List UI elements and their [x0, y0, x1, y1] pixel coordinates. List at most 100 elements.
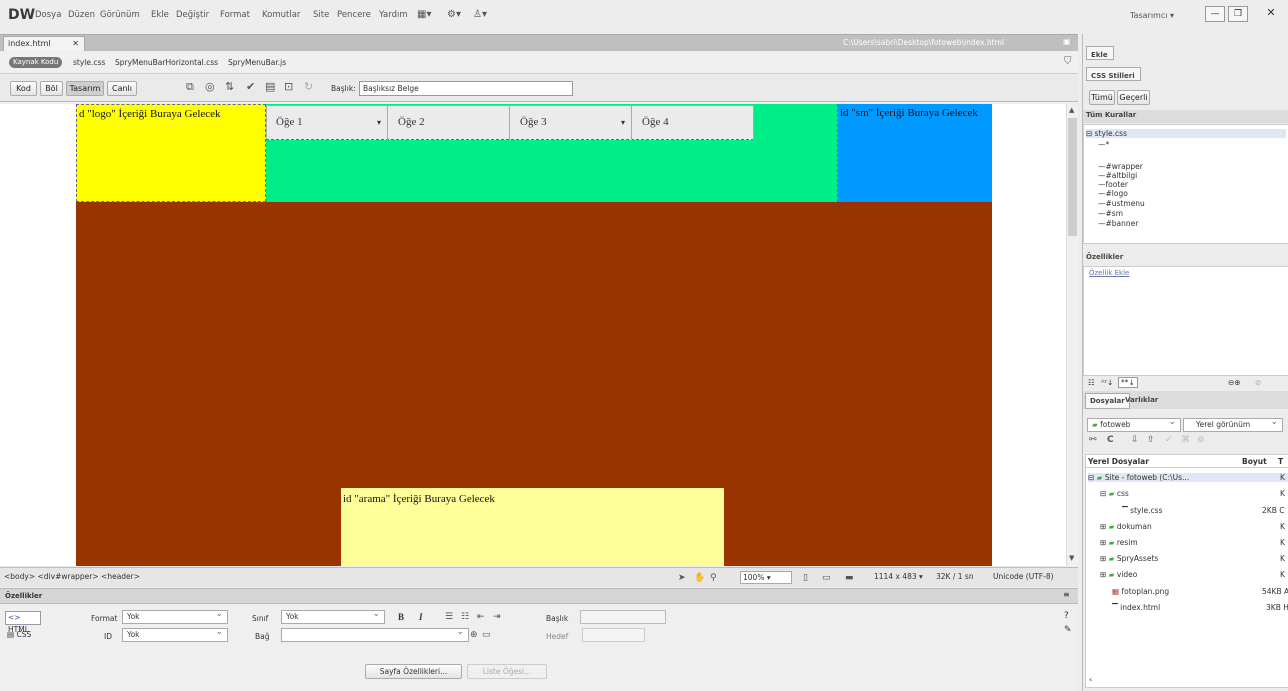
format-select[interactable]: Yok — [122, 608, 228, 624]
design-canvas[interactable]: d "logo" İçeriği Buraya Gelecek Öğe 1 ▾ … — [0, 104, 1066, 566]
class-select[interactable]: Yok — [281, 608, 385, 624]
design-view-button[interactable]: Tasarım — [66, 81, 104, 96]
minimize-button[interactable]: — — [1205, 6, 1225, 22]
checkin-icon[interactable]: ⌘ — [1181, 435, 1190, 445]
get-files-icon[interactable]: ⇩ — [1131, 435, 1139, 445]
id-select[interactable]: Yok — [122, 626, 228, 642]
file-row-dokuman[interactable]: ⊞ ▰ dokuman K — [1100, 522, 1288, 531]
rule-ustmenu[interactable]: —#ustmenu — [1098, 199, 1145, 208]
close-button[interactable]: ✕ — [1260, 6, 1282, 22]
css-styles-tab[interactable]: CSS Stilleri — [1086, 67, 1141, 81]
file-row-site[interactable]: ⊟ ▰ Site - fotoweb (C:\Us... K — [1088, 473, 1288, 482]
close-tab-icon[interactable]: ✕ — [72, 37, 79, 50]
arama-div[interactable]: id "arama" İçeriği Buraya Gelecek — [341, 488, 724, 566]
refresh-files-icon[interactable]: C — [1107, 435, 1114, 445]
scroll-up-icon[interactable]: ▲ — [1069, 106, 1074, 114]
site-select[interactable]: ▰ fotoweb — [1087, 416, 1181, 432]
desktop-size-icon[interactable]: ▬ — [845, 571, 854, 585]
edit-style-icon[interactable]: ⊘ — [1255, 378, 1261, 387]
point-to-file-icon[interactable]: ⊕ — [470, 628, 478, 642]
put-files-icon[interactable]: ⇧ — [1147, 435, 1155, 445]
refresh-icon[interactable]: ↻ — [304, 80, 313, 94]
assets-tab[interactable]: Varlıklar — [1125, 395, 1158, 405]
menu-dosya[interactable]: Dosya — [35, 0, 61, 30]
select-tool-icon[interactable]: ➤ — [678, 571, 686, 585]
italic-button[interactable]: I — [419, 612, 423, 622]
menu-item-2[interactable]: Öğe 2 — [388, 105, 510, 140]
file-row-spryassets[interactable]: ⊞ ▰ SpryAssets K — [1100, 554, 1288, 563]
filter-icon[interactable]: ⛉ — [1064, 56, 1072, 67]
file-row-index[interactable]: ▔ index.html 3KB H — [1112, 603, 1288, 612]
rule-universal[interactable]: —* — [1098, 140, 1109, 149]
tab-index-html[interactable]: index.html ✕ — [3, 36, 85, 51]
ordered-list-icon[interactable]: ☷ — [461, 610, 469, 624]
tag-selector[interactable]: <body> <div#wrapper> <header> — [4, 572, 140, 581]
show-category-icon[interactable]: ☷ — [1088, 378, 1095, 387]
menu-gorunum[interactable]: Görünüm — [100, 0, 140, 30]
document-title-input[interactable]: Başlıksız Belge — [359, 81, 573, 96]
rule-footer[interactable]: —footer — [1098, 180, 1128, 189]
stylesheet-node[interactable]: ⊟ style.css — [1086, 129, 1286, 138]
all-button[interactable]: Tümü — [1089, 90, 1115, 105]
indent-icon[interactable]: ⇥ — [493, 610, 501, 624]
css-mode-button[interactable]: ▤ CSS — [5, 629, 41, 643]
current-button[interactable]: Geçerli — [1117, 90, 1150, 105]
path-icon[interactable]: ▣ — [1063, 37, 1071, 46]
browse-folder-icon[interactable]: ▭ — [482, 628, 491, 642]
inspect-icon[interactable]: ⊡ — [284, 80, 293, 94]
rule-logo[interactable]: —#logo — [1098, 189, 1128, 198]
hand-tool-icon[interactable]: ✋ — [694, 571, 705, 585]
gear-icon[interactable]: ⚙▾ — [447, 8, 461, 22]
live-view-button[interactable]: Canlı — [107, 81, 137, 96]
related-file-menubar-js[interactable]: SpryMenuBar.js — [228, 58, 286, 67]
user-icon[interactable]: ♙▾ — [473, 8, 487, 22]
file-row-css[interactable]: ⊟ ▰ css K — [1100, 489, 1288, 498]
panel-menu-icon[interactable]: ≡ — [1063, 590, 1070, 599]
menu-item-3[interactable]: Öğe 3 ▾ — [510, 105, 632, 140]
visual-aids-icon[interactable]: ▤ — [265, 80, 275, 94]
tablet-size-icon[interactable]: ▭ — [822, 571, 831, 585]
view-select[interactable]: Yerel görünüm — [1183, 416, 1283, 432]
zoom-select[interactable]: 100% ▾ — [740, 571, 792, 584]
rule-wrapper[interactable]: —#wrapper — [1098, 162, 1143, 171]
logo-div[interactable]: d "logo" İçeriği Buraya Gelecek — [76, 104, 266, 202]
menu-item-1[interactable]: Öğe 1 ▾ — [266, 105, 388, 140]
zoom-tool-icon[interactable]: ⚲ — [710, 571, 717, 585]
checkout-icon[interactable]: ✓ — [1165, 435, 1173, 445]
outdent-icon[interactable]: ⇤ — [477, 610, 485, 624]
attach-stylesheet-icon[interactable]: ⊖⊕ — [1228, 378, 1241, 387]
local-files-header[interactable]: Yerel Dosyalar — [1088, 457, 1149, 466]
code-view-button[interactable]: Kod — [10, 81, 37, 96]
target-select[interactable] — [582, 628, 645, 642]
size-header[interactable]: Boyut — [1242, 457, 1267, 466]
files-tab[interactable]: Dosyalar — [1085, 393, 1130, 409]
scrollbar-thumb[interactable] — [1068, 118, 1077, 236]
az-sort-icon[interactable]: ᴬᶻ↓ — [1101, 378, 1113, 387]
restore-button[interactable]: ❐ — [1228, 6, 1248, 22]
menu-ekle[interactable]: Ekle — [151, 0, 169, 30]
rule-sm[interactable]: —#sm — [1098, 209, 1123, 218]
menu-komutlar[interactable]: Komutlar — [262, 0, 300, 30]
files-hscroll-left-icon[interactable]: ‹ — [1089, 675, 1092, 684]
canvas-scrollbar[interactable]: ▲ ▼ — [1066, 104, 1078, 566]
related-file-menubar-css[interactable]: SpryMenuBarHorizontal.css — [115, 58, 218, 67]
preview-icon[interactable]: ◎ — [205, 80, 215, 94]
link-input[interactable] — [281, 626, 469, 642]
menu-degistir[interactable]: Değiştir — [176, 0, 209, 30]
rule-banner[interactable]: —#banner — [1098, 219, 1138, 228]
menu-yardim[interactable]: Yardım — [379, 0, 408, 30]
heading-input[interactable] — [580, 610, 666, 624]
page-properties-button[interactable]: Sayfa Özellikleri... — [365, 664, 462, 679]
menu-item-4[interactable]: Öğe 4 — [632, 105, 754, 140]
related-file-style-css[interactable]: style.css — [73, 58, 105, 67]
bold-button[interactable]: B — [398, 612, 404, 622]
file-management-icon[interactable]: ⇅ — [225, 80, 234, 94]
source-code-pill[interactable]: Kaynak Kodu — [9, 57, 63, 68]
insert-panel-tab[interactable]: Ekle — [1086, 46, 1114, 60]
menu-format[interactable]: Format — [220, 0, 250, 30]
multiscreen-icon[interactable]: ⧉ — [186, 80, 194, 94]
workspace-switcher[interactable]: Tasarımcı ▾ — [1130, 11, 1174, 20]
menu-duzen[interactable]: Düzen — [68, 0, 95, 30]
menu-pencere[interactable]: Pencere — [337, 0, 371, 30]
edit-rule-icon[interactable]: ✎ — [1064, 625, 1072, 635]
